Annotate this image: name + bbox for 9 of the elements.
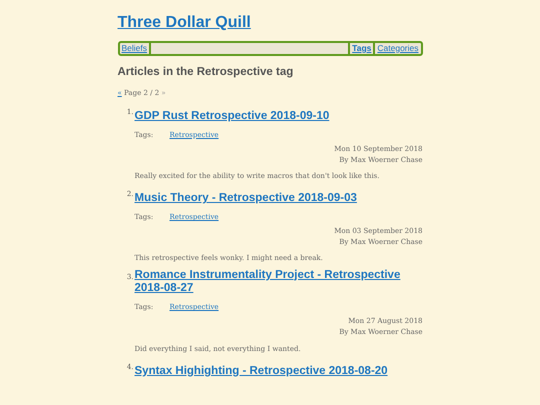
article-title-link[interactable]: Music Theory - Retrospective 2018-09-03 — [134, 192, 357, 206]
site-title-link[interactable]: Three Dollar Quill — [118, 13, 251, 34]
page-heading: Articles in the Retrospective tag — [118, 64, 294, 80]
article-title-link[interactable]: Syntax Highighting - Retrospective 2018-08-20 — [134, 364, 388, 378]
nav-link-item[interactable]: Beliefs — [120, 42, 150, 54]
nav-link-item[interactable]: Tags — [350, 42, 374, 54]
nav-link-item[interactable]: Categories — [375, 42, 420, 54]
article-title-link[interactable]: GDP Rust Retrospective 2018-09-10 — [134, 110, 330, 124]
article-title-link[interactable]: Romance Instrumentality Project - Retrospective 2018-08-27 — [134, 268, 422, 296]
